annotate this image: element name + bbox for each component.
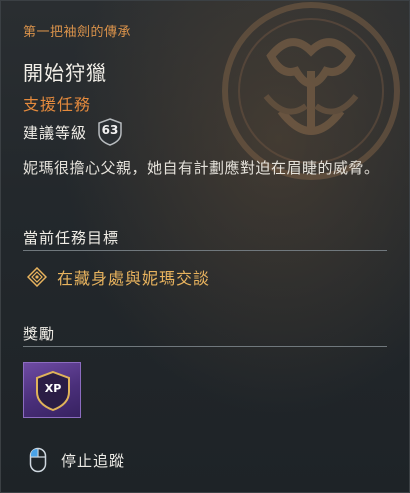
objectives-heading: 當前任務目標 — [23, 229, 120, 247]
objective-diamond-icon — [27, 267, 47, 287]
stop-tracking-label: 停止追蹤 — [61, 451, 126, 470]
objective-item[interactable]: 在藏身處與妮瑪交談 — [27, 265, 210, 289]
quest-title: 開始狩獵 — [23, 61, 107, 85]
recommended-level-label: 建議等級 — [23, 123, 88, 142]
objectives-divider — [23, 250, 387, 251]
rewards-heading: 獎勵 — [23, 325, 56, 343]
reward-xp-tile[interactable]: XP — [23, 362, 81, 418]
recommended-level-value: 63 — [101, 123, 119, 137]
level-shield-badge: 63 — [97, 118, 123, 146]
quest-description: 妮瑪很擔心父親，她自有計劃應對迫在眉睫的威脅。 — [23, 159, 380, 177]
objective-text: 在藏身處與妮瑪交談 — [57, 269, 211, 288]
recommended-level-row: 建議等級 63 — [23, 118, 123, 146]
questline-name: 第一把袖劍的傳承 — [23, 25, 132, 40]
quest-detail-panel: 第一把袖劍的傳承 開始狩獵 支援任務 建議等級 63 妮瑪很擔心父親，她自有計劃… — [0, 0, 410, 493]
quest-type: 支援任務 — [23, 95, 92, 114]
reward-xp-label: XP — [44, 382, 62, 395]
stop-tracking-button[interactable]: 停止追蹤 — [29, 447, 125, 473]
rewards-divider — [23, 346, 387, 347]
mouse-icon — [29, 447, 47, 473]
